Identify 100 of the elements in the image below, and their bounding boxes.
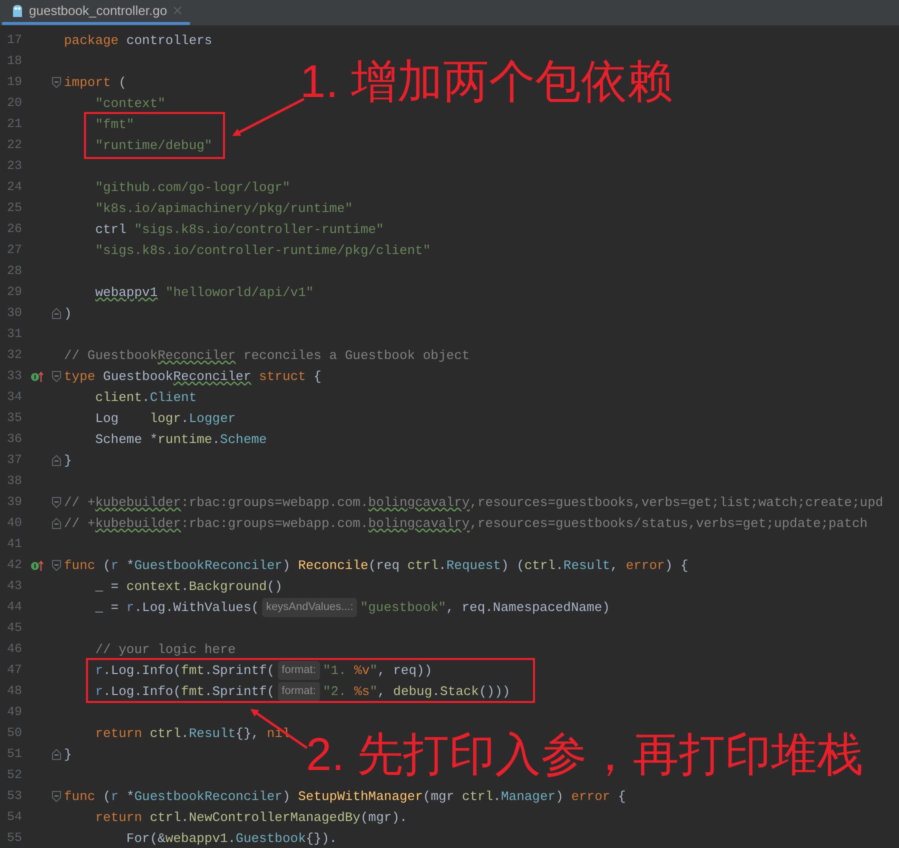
line-number: 45: [6, 620, 24, 638]
parameter-hint: format:: [278, 661, 320, 680]
line-number: 21: [6, 116, 24, 134]
code-token: Client: [150, 388, 197, 407]
code-token: ctrl: [462, 788, 494, 806]
line-number: 35: [6, 410, 24, 428]
line-number: 27: [6, 242, 24, 260]
code-token: *: [125, 788, 134, 806]
code-token: "1.: [322, 662, 348, 680]
line-number: 44: [6, 599, 24, 616]
code-token: Scheme: [220, 430, 267, 449]
code-token: For(&: [125, 830, 166, 848]
implements-icon[interactable]: [30, 560, 44, 572]
code-token: (): [266, 578, 282, 596]
code-token: GuestbookReconciler: [134, 788, 282, 806]
code-token: Reconciler: [173, 368, 252, 386]
code-token: Stack: [440, 682, 479, 701]
code-token: Guestbook: [236, 830, 306, 848]
code-token: error: [626, 556, 665, 575]
fold-icon[interactable]: [52, 560, 61, 571]
code-token: context: [126, 578, 182, 596]
code-token: error: [571, 788, 610, 806]
code-token: :rbac:groups=webapp.com.: [181, 494, 368, 512]
code-token: *: [125, 556, 134, 575]
code-token: Result: [563, 556, 610, 575]
code-token: type: [64, 368, 96, 386]
fold-icon[interactable]: [52, 455, 61, 466]
code-token: // Guestbook: [64, 346, 158, 365]
code-token: "2.: [322, 682, 348, 701]
code-token: Manager: [500, 788, 556, 806]
line-number: 40: [6, 515, 24, 532]
code-token: ,: [378, 682, 386, 701]
code-token: (mgr: [422, 788, 456, 806]
code-token: r: [110, 556, 119, 575]
code-token: {: [312, 368, 322, 386]
code-token: "k8s.io/apimachinery/pkg/runtime": [94, 200, 353, 218]
code-token: ): [64, 304, 72, 323]
code-token: fmt: [181, 682, 204, 701]
code-token: return: [94, 808, 144, 827]
line-number: 20: [6, 95, 24, 112]
line-number: 48: [6, 683, 24, 700]
fold-icon[interactable]: [52, 749, 61, 760]
code-token: Reconcile: [298, 556, 368, 575]
code-token: .: [438, 556, 446, 575]
code-token: .: [493, 788, 501, 806]
code-token: NewControllerManagedBy: [188, 808, 360, 827]
code-token: }: [64, 746, 72, 764]
code-token: "context": [94, 94, 166, 113]
fold-icon[interactable]: [52, 518, 61, 529]
line-number: 17: [6, 32, 24, 50]
code-token: .: [228, 830, 236, 848]
implements-icon[interactable]: [30, 370, 44, 382]
code-token: runtime: [158, 430, 212, 449]
code-token: kubebuilder: [95, 494, 182, 512]
code-token: fmt: [181, 662, 204, 680]
line-number: 43: [6, 578, 24, 596]
code-token: ) {: [664, 556, 688, 575]
code-token: logr: [150, 410, 182, 428]
code-token: r: [94, 682, 104, 701]
code-token: Request: [446, 556, 501, 575]
fold-icon[interactable]: [52, 497, 61, 508]
code-token: r: [110, 788, 119, 806]
code-token: {}).: [306, 830, 338, 848]
parameter-hint: keysAndValues...:: [262, 598, 358, 617]
code-token: Log: [94, 410, 120, 428]
code-token: GuestbookReconciler: [134, 556, 282, 575]
code-token: kubebuilder: [95, 514, 182, 533]
gopher-icon: [12, 4, 23, 18]
code-token: ": [370, 682, 378, 701]
code-token: client: [94, 388, 142, 407]
code-token: ) (: [500, 556, 524, 575]
code-token: "fmt": [94, 116, 134, 134]
code-token: // +: [64, 514, 96, 533]
code-token: ): [556, 788, 564, 806]
code-token: ctrl: [150, 808, 182, 827]
code-token: ())): [478, 682, 510, 701]
code-token: r: [94, 662, 104, 680]
fold-icon[interactable]: [52, 791, 61, 802]
code-token: "sigs.k8s.io/controller-runtime": [134, 220, 384, 239]
fold-icon[interactable]: [52, 308, 61, 319]
fold-icon[interactable]: [52, 77, 61, 88]
line-number: 53: [6, 788, 24, 806]
fold-icon[interactable]: [52, 371, 61, 382]
code-token: .: [556, 556, 564, 575]
code-token: .: [181, 724, 189, 743]
code-token: func: [64, 556, 96, 575]
code-token: package: [64, 32, 119, 50]
code-token: controllers: [125, 32, 212, 50]
code-token: // your logic here: [94, 640, 236, 659]
code-token: ctrl: [407, 556, 439, 575]
callout-text: 2. 先打印入参，再打印堆栈: [306, 731, 864, 777]
code-token: .: [142, 388, 150, 407]
code-token: {: [617, 788, 626, 806]
parameter-hint: format:: [278, 682, 320, 701]
line-number: 49: [6, 704, 24, 722]
code-token: reconciles a Guestbook object: [242, 346, 470, 365]
code-token: (: [102, 556, 111, 575]
code-token: %v: [354, 662, 370, 680]
line-number: 32: [6, 347, 24, 364]
line-number: 55: [6, 830, 24, 848]
